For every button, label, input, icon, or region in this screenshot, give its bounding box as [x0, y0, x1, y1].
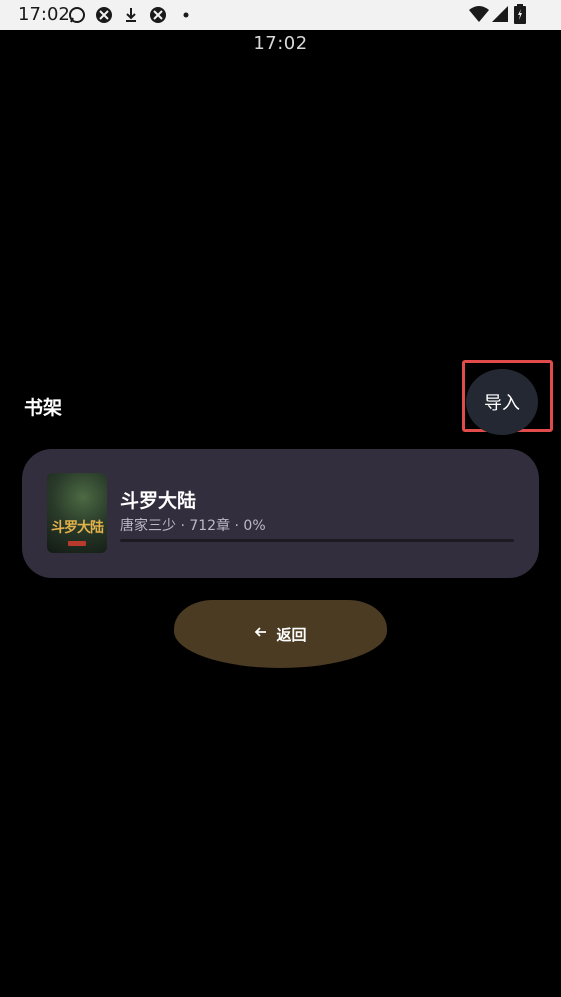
bookshelf-title: 书架	[24, 397, 63, 419]
book-title: 斗罗大陆	[120, 490, 197, 512]
arrow-left-icon	[254, 625, 268, 643]
book-cover: 斗罗大陆	[47, 473, 107, 553]
clock-display: 17:02	[253, 33, 308, 54]
app-icon	[94, 5, 114, 25]
app-icon-2	[148, 5, 168, 25]
book-cover-title: 斗罗大陆	[51, 520, 104, 536]
wifi-icon	[468, 4, 490, 26]
import-button[interactable]: 导入	[466, 369, 538, 435]
reading-progress-bar	[120, 539, 514, 542]
download-icon	[121, 5, 141, 25]
dot-icon	[176, 5, 196, 25]
back-button[interactable]: 返回	[174, 600, 387, 668]
whatsapp-icon	[67, 5, 87, 25]
status-time: 17:02	[18, 4, 70, 25]
book-card[interactable]: 斗罗大陆 斗罗大陆 唐家三少 · 712章 · 0%	[22, 449, 539, 578]
book-meta: 唐家三少 · 712章 · 0%	[120, 518, 266, 534]
battery-icon	[514, 4, 526, 26]
signal-icon	[490, 4, 510, 26]
cover-stamp-icon	[68, 541, 86, 546]
back-button-label: 返回	[276, 625, 307, 644]
status-bar: 17:02	[0, 0, 561, 30]
import-button-label: 导入	[484, 393, 520, 414]
